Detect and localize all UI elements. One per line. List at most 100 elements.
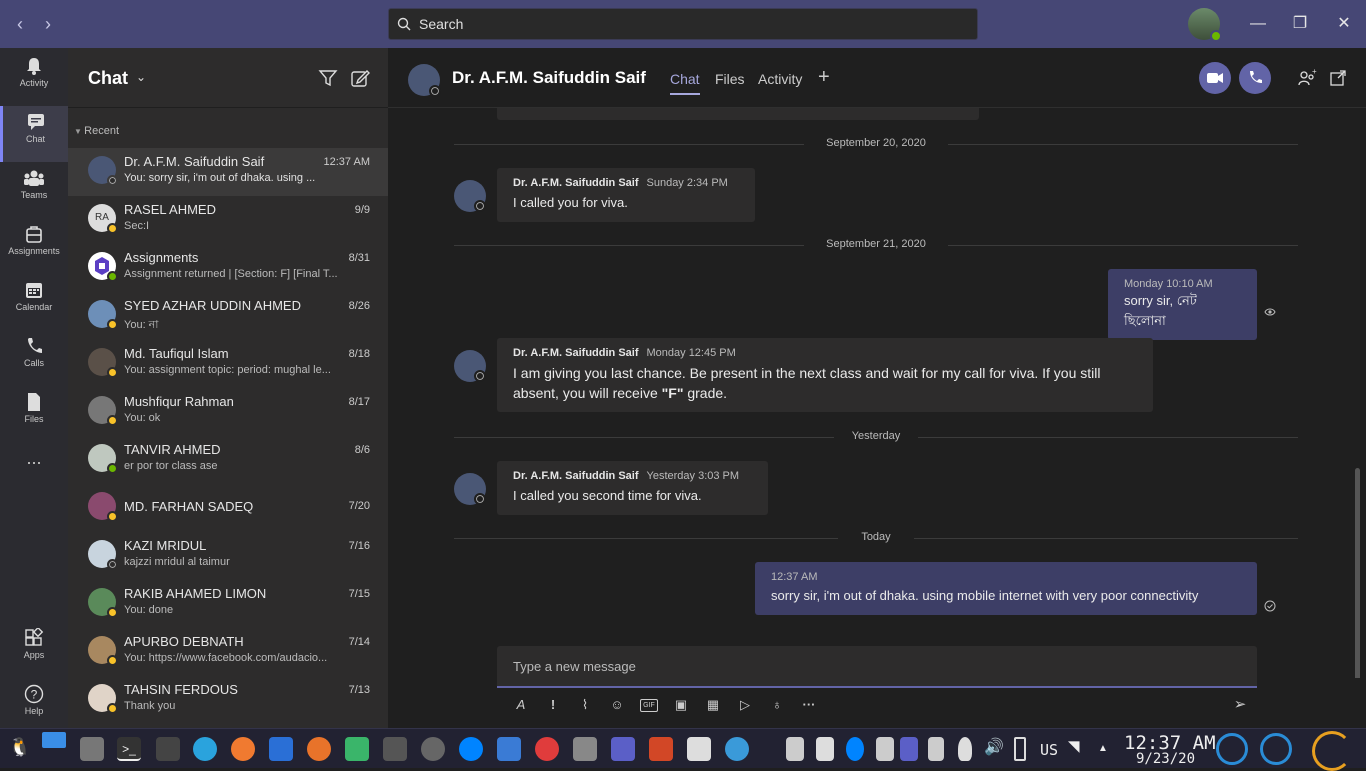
phone-icon: [1250, 71, 1262, 83]
tab-chat[interactable]: Chat: [670, 71, 700, 95]
recent-section-header[interactable]: ▼ Recent: [74, 125, 119, 137]
widget-ring-icon[interactable]: [1260, 733, 1292, 765]
message-input[interactable]: [497, 646, 1257, 686]
user-avatar[interactable]: [1188, 8, 1222, 42]
firefox-icon[interactable]: [307, 737, 331, 761]
compose-box[interactable]: [497, 646, 1257, 688]
appbar-chat[interactable]: Chat: [0, 106, 68, 162]
add-tab-icon[interactable]: +: [818, 66, 830, 89]
browser-icon[interactable]: [231, 737, 255, 761]
app-icon[interactable]: [687, 737, 711, 761]
volume-icon[interactable]: 🔊: [984, 737, 1004, 761]
chat-list-item[interactable]: Mushfiqur Rahman 8/17 You: ok: [68, 388, 388, 436]
chat-list-item[interactable]: APURBO DEBNATH 7/14 You: https://www.fac…: [68, 628, 388, 676]
message-bubble-own[interactable]: Monday 10:10 AM sorry sir, নেট ছিলোনা: [1108, 269, 1257, 340]
forward-icon[interactable]: ›: [36, 12, 60, 36]
emoji-icon[interactable]: ☺: [608, 696, 626, 714]
screen-recorder-icon[interactable]: [535, 737, 559, 761]
appbar-files[interactable]: Files: [0, 386, 68, 442]
appbar-teams[interactable]: Teams: [0, 162, 68, 218]
clock-date[interactable]: 9/23/20: [1136, 751, 1195, 767]
new-chat-icon[interactable]: [350, 68, 370, 88]
widget-ring-icon[interactable]: [1312, 731, 1352, 771]
schedule-meeting-icon[interactable]: ▦: [704, 696, 722, 714]
audio-call-button[interactable]: [1239, 62, 1271, 94]
chat-list-item[interactable]: MD. FARHAN SADEQ 7/20: [68, 484, 388, 532]
app-icon[interactable]: [383, 737, 407, 761]
desktop-icon[interactable]: [42, 732, 66, 748]
document-editor-icon[interactable]: [269, 737, 293, 761]
filter-icon[interactable]: [318, 68, 338, 88]
keyboard-layout[interactable]: US: [1040, 741, 1058, 759]
tray-shield-icon[interactable]: [816, 737, 834, 761]
messenger-icon[interactable]: [459, 737, 483, 761]
tray-expand-icon[interactable]: ▲: [1098, 737, 1112, 761]
tab-files[interactable]: Files: [715, 71, 745, 87]
widget-ring-icon[interactable]: [1216, 733, 1248, 765]
more-apps-button[interactable]: ...: [0, 446, 68, 486]
chat-list-item[interactable]: TAHSIN FERDOUS 7/13 Thank you: [68, 676, 388, 724]
appbar-apps[interactable]: Apps: [0, 622, 68, 678]
gif-icon[interactable]: GIF: [640, 699, 658, 712]
appbar-assignments[interactable]: Assignments: [0, 218, 68, 274]
chevron-down-icon[interactable]: ⌄: [136, 70, 146, 84]
tab-activity[interactable]: Activity: [758, 71, 802, 87]
message-bubble[interactable]: Dr. A.F.M. Saifuddin Saif Yesterday 3:03 …: [497, 461, 768, 515]
video-call-button[interactable]: [1199, 62, 1231, 94]
datagrip-icon[interactable]: [156, 737, 180, 761]
folder-icon[interactable]: [345, 737, 369, 761]
stream-icon[interactable]: ▷: [736, 696, 754, 714]
important-icon[interactable]: !: [544, 696, 562, 714]
tray-notify-icon[interactable]: [786, 737, 804, 761]
terminal-icon[interactable]: >_: [117, 737, 141, 761]
appbar-help[interactable]: ? Help: [0, 678, 68, 734]
message-bubble[interactable]: Dr. A.F.M. Saifuddin Saif Sunday 2:34 PM …: [497, 168, 755, 222]
vscode-icon[interactable]: [497, 737, 521, 761]
attach-icon[interactable]: ⌇: [576, 696, 594, 714]
search-input[interactable]: [419, 9, 959, 39]
tray-clipboard-icon[interactable]: [928, 737, 944, 761]
globe-icon[interactable]: [725, 737, 749, 761]
sticker-icon[interactable]: ▣: [672, 696, 690, 714]
praise-icon[interactable]: ♁: [768, 696, 786, 714]
message-bubble[interactable]: Dr. A.F.M. Saifuddin Saif Monday 12:45 PM…: [497, 338, 1153, 412]
telegram-icon[interactable]: [193, 737, 217, 761]
tray-teams-icon[interactable]: [900, 737, 918, 761]
scrollbar[interactable]: [1355, 468, 1360, 678]
slides-icon[interactable]: [649, 737, 673, 761]
chat-list-item[interactable]: Md. Taufiqul Islam 8/18 You: assignment …: [68, 340, 388, 388]
chat-list-title[interactable]: Chat: [88, 68, 128, 89]
chat-list-item[interactable]: Dr. A.F.M. Saifuddin Saif 12:37 AM You: …: [68, 148, 388, 196]
chat-list-item[interactable]: RA RASEL AHMED 9/9 Sec:I: [68, 196, 388, 244]
back-icon[interactable]: ‹: [8, 12, 32, 36]
message-bubble-own[interactable]: 12:37 AM sorry sir, i'm out of dhaka. us…: [755, 562, 1257, 615]
chat-list-item[interactable]: TANVIR AHMED 8/6 er por tor class ase: [68, 436, 388, 484]
chat-list-item[interactable]: RAKIB AHAMED LIMON 7/15 You: done: [68, 580, 388, 628]
tray-steam-icon[interactable]: [876, 737, 894, 761]
presence-available-icon: [107, 271, 118, 282]
chat-list-item[interactable]: SYED AZHAR UDDIN AHMED 8/26 You: না: [68, 292, 388, 340]
tray-bulb-icon[interactable]: [958, 737, 972, 761]
format-icon[interactable]: A: [512, 696, 530, 714]
add-people-icon[interactable]: +: [1297, 68, 1317, 88]
file-manager-icon[interactable]: [80, 737, 104, 761]
camera-app-icon[interactable]: [421, 737, 445, 761]
tray-messenger-icon[interactable]: [846, 737, 864, 761]
appbar-calendar[interactable]: Calendar: [0, 274, 68, 330]
screenshot-icon[interactable]: [573, 737, 597, 761]
pop-out-icon[interactable]: [1328, 68, 1348, 88]
close-icon[interactable]: ✕: [1332, 12, 1356, 36]
appbar-activity[interactable]: Activity: [0, 50, 68, 106]
restore-icon[interactable]: ❐: [1288, 12, 1312, 36]
appbar-calls[interactable]: Calls: [0, 330, 68, 386]
chat-list-item[interactable]: Assignments 8/31 Assignment returned | […: [68, 244, 388, 292]
linux-penguin-icon[interactable]: 🐧: [8, 737, 32, 761]
chat-list-item[interactable]: KAZI MRIDUL 7/16 kajzzi mridul al taimur: [68, 532, 388, 580]
send-icon[interactable]: ➢: [1231, 696, 1249, 714]
phone-connect-icon[interactable]: [1014, 737, 1026, 761]
more-options-icon[interactable]: ···: [800, 696, 818, 714]
wifi-icon[interactable]: ◥: [1068, 737, 1088, 761]
teams-app-icon[interactable]: [611, 737, 635, 761]
minimize-icon[interactable]: —: [1246, 12, 1270, 36]
search-box[interactable]: [388, 8, 978, 40]
